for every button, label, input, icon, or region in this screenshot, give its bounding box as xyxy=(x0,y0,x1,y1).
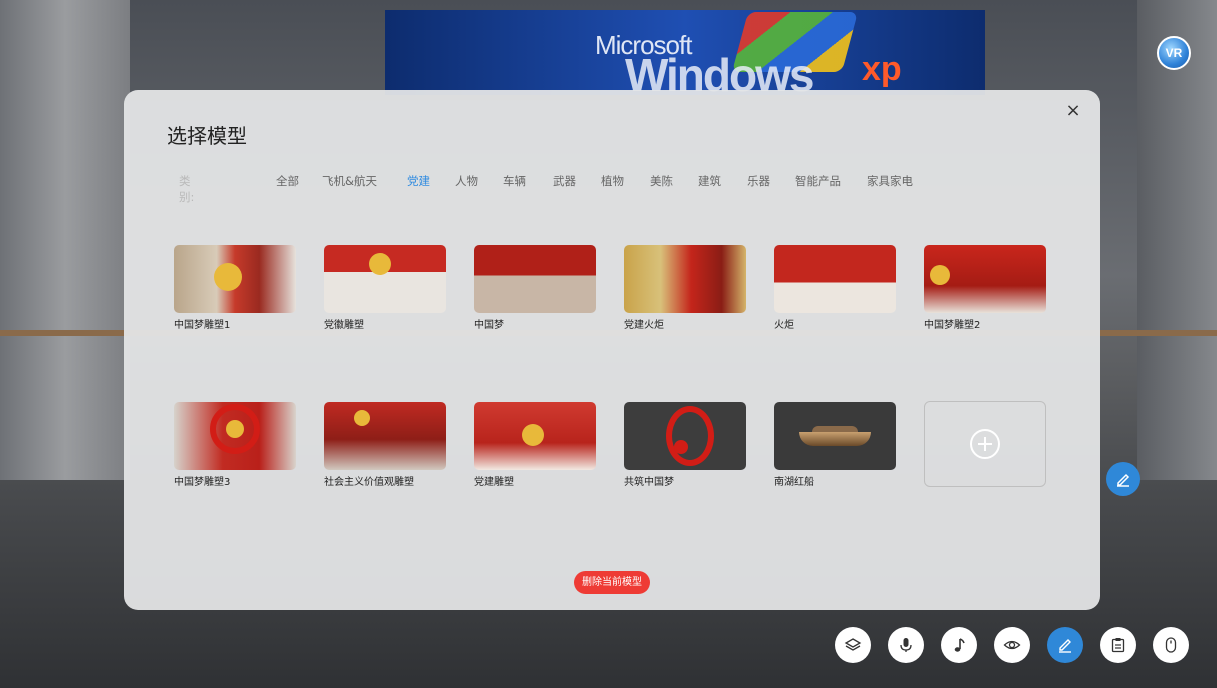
category-party-building[interactable]: 党建 xyxy=(407,173,430,189)
scene-wall-left xyxy=(0,0,130,560)
music-note-icon xyxy=(954,638,965,652)
model-thumbnail xyxy=(174,402,296,470)
model-name: 中国梦雕塑3 xyxy=(174,477,231,488)
model-card[interactable]: 中国梦 xyxy=(474,245,596,331)
model-card[interactable]: 共筑中国梦 xyxy=(624,402,746,488)
model-card[interactable]: 党建火炬 xyxy=(624,245,746,331)
model-name: 党徽雕塑 xyxy=(324,320,364,331)
model-name: 火炬 xyxy=(774,320,794,331)
clipboard-button[interactable] xyxy=(1100,627,1136,663)
model-card[interactable]: 中国梦雕塑3 xyxy=(174,402,296,488)
model-thumbnail xyxy=(774,402,896,470)
model-card[interactable]: 火炬 xyxy=(774,245,896,331)
model-thumbnail xyxy=(174,245,296,313)
plus-circle-icon xyxy=(970,429,1000,459)
category-instruments[interactable]: 乐器 xyxy=(747,173,770,189)
model-thumbnail xyxy=(624,245,746,313)
model-card[interactable]: 社会主义价值观雕塑 xyxy=(324,402,446,488)
model-card[interactable]: 党徽雕塑 xyxy=(324,245,446,331)
model-card[interactable]: 中国梦雕塑1 xyxy=(174,245,296,331)
side-edit-button[interactable] xyxy=(1106,462,1140,496)
microphone-button[interactable] xyxy=(888,627,924,663)
model-name: 中国梦雕塑2 xyxy=(924,320,981,331)
mouse-button[interactable] xyxy=(1153,627,1189,663)
mouse-icon xyxy=(1165,637,1177,653)
category-plants[interactable]: 植物 xyxy=(601,173,624,189)
select-model-dialog: × 选择模型 类别: 全部 飞机&航天 党建 人物 车辆 武器 植物 美陈 建筑… xyxy=(124,90,1100,610)
eye-icon xyxy=(1003,640,1021,650)
vr-logo-text: VR xyxy=(1165,46,1183,60)
view-button[interactable] xyxy=(994,627,1030,663)
layers-button[interactable] xyxy=(835,627,871,663)
model-thumbnail xyxy=(324,402,446,470)
category-people[interactable]: 人物 xyxy=(455,173,478,189)
model-name: 中国梦 xyxy=(474,320,504,331)
scene-wall-right xyxy=(1137,0,1217,560)
edit-button[interactable] xyxy=(1047,627,1083,663)
model-card[interactable]: 南湖红船 xyxy=(774,402,896,488)
add-model-button[interactable] xyxy=(924,401,1046,487)
delete-current-model-button[interactable]: 删除当前模型 xyxy=(574,571,650,594)
model-name: 南湖红船 xyxy=(774,477,814,488)
category-vehicles[interactable]: 车辆 xyxy=(503,173,526,189)
category-smart-products[interactable]: 智能产品 xyxy=(795,173,841,189)
model-name: 党建火炬 xyxy=(624,320,664,331)
pencil-icon xyxy=(1117,473,1130,487)
close-button[interactable]: × xyxy=(1062,100,1084,122)
edit-pencil-icon xyxy=(1059,639,1071,653)
category-all[interactable]: 全部 xyxy=(276,173,299,189)
model-thumbnail xyxy=(624,402,746,470)
model-name: 社会主义价值观雕塑 xyxy=(324,477,414,488)
category-aircraft[interactable]: 飞机&航天 xyxy=(322,173,377,189)
model-card[interactable]: 党建雕塑 xyxy=(474,402,596,488)
model-thumbnail xyxy=(474,402,596,470)
category-furniture[interactable]: 家具家电 xyxy=(867,173,913,189)
category-architecture[interactable]: 建筑 xyxy=(698,173,721,189)
screen-text-xp: xp xyxy=(862,50,902,88)
layers-icon xyxy=(844,638,862,651)
vr-logo-icon[interactable]: VR xyxy=(1157,36,1191,70)
model-thumbnail xyxy=(324,245,446,313)
model-name: 党建雕塑 xyxy=(474,477,514,488)
music-button[interactable] xyxy=(941,627,977,663)
category-weapons[interactable]: 武器 xyxy=(553,173,576,189)
model-name: 共筑中国梦 xyxy=(624,477,674,488)
model-thumbnail xyxy=(474,245,596,313)
model-thumbnail xyxy=(774,245,896,313)
model-name: 中国梦雕塑1 xyxy=(174,320,231,331)
model-thumbnail xyxy=(924,245,1046,313)
category-label: 类别: xyxy=(179,174,195,204)
clipboard-icon xyxy=(1111,638,1125,653)
category-display[interactable]: 美陈 xyxy=(650,173,673,189)
dialog-title: 选择模型 xyxy=(167,124,247,148)
microphone-icon xyxy=(900,638,912,652)
model-card[interactable]: 中国梦雕塑2 xyxy=(924,245,1046,331)
